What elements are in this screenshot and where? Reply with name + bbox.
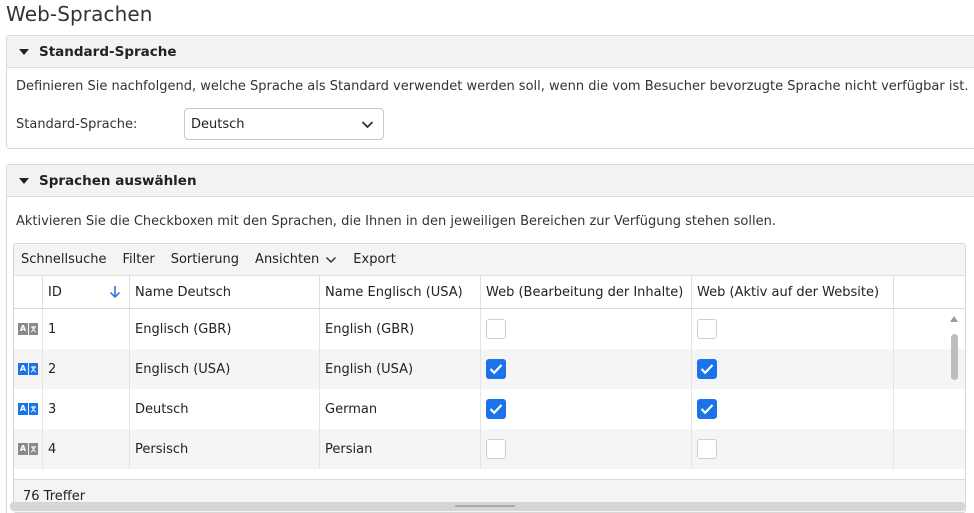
default-language-value: Deutsch: [191, 116, 245, 132]
views-button[interactable]: Ansichten: [255, 252, 337, 267]
cell-web-active: [692, 349, 894, 389]
cell-web-active: [692, 389, 894, 429]
cell-spacer: [894, 429, 950, 469]
header-web-edit[interactable]: Web (Bearbeitung der Inhalte): [481, 276, 692, 308]
grid-header: ID Name Deutsch Name Englisch (USA) Web …: [14, 275, 965, 309]
cell-web-edit: [481, 429, 692, 469]
web-active-checkbox[interactable]: [697, 439, 717, 459]
default-language-description: Definieren Sie nachfolgend, welche Sprac…: [16, 79, 969, 94]
check-icon: [700, 404, 714, 415]
row-icon-cell: A: [14, 389, 43, 429]
cell-spacer: [894, 389, 950, 429]
caret-down-icon[interactable]: [19, 177, 29, 184]
cell-id: 4: [43, 429, 130, 469]
chevron-down-icon: [326, 256, 337, 263]
cell-name-en: Persian: [320, 429, 481, 469]
header-web-active[interactable]: Web (Aktiv auf der Website): [692, 276, 894, 308]
scroll-up-icon[interactable]: [950, 316, 958, 322]
web-edit-checkbox[interactable]: [486, 439, 506, 459]
cell-name-de: Persisch: [130, 429, 320, 469]
language-icon: A: [18, 403, 38, 415]
default-language-select[interactable]: Deutsch: [184, 108, 384, 140]
row-icon-cell: A: [14, 349, 43, 389]
header-spacer: [894, 276, 950, 308]
page-title: Web-Sprachen: [6, 2, 153, 26]
cell-spacer: [894, 309, 950, 349]
default-language-label: Standard-Sprache:: [16, 117, 138, 132]
language-icon: A: [18, 443, 38, 455]
horizontal-scrollbar-grip[interactable]: [455, 505, 515, 507]
cell-id: 2: [43, 349, 130, 389]
check-icon: [489, 364, 503, 375]
views-label: Ansichten: [255, 252, 320, 267]
web-active-checkbox[interactable]: [697, 319, 717, 339]
caret-down-icon[interactable]: [19, 48, 29, 55]
select-languages-description: Aktivieren Sie die Checkboxen mit den Sp…: [16, 214, 776, 229]
web-edit-checkbox[interactable]: [486, 359, 506, 379]
table-row[interactable]: A 2 Englisch (USA) English (USA): [14, 349, 965, 389]
default-language-panel: Standard-Sprache Definieren Sie nachfolg…: [6, 35, 974, 149]
cell-name-en: English (USA): [320, 349, 481, 389]
panel-title: Sprachen auswählen: [39, 172, 197, 189]
sort-button[interactable]: Sortierung: [171, 252, 239, 267]
web-active-checkbox[interactable]: [697, 399, 717, 419]
cell-id: 3: [43, 389, 130, 429]
table-row[interactable]: A 1 Englisch (GBR) English (GBR): [14, 309, 965, 349]
header-icon-column: [14, 276, 43, 308]
header-id[interactable]: ID: [43, 276, 130, 308]
header-name-en[interactable]: Name Englisch (USA): [320, 276, 481, 308]
select-languages-panel: Sprachen auswählen Aktivieren Sie die Ch…: [6, 164, 974, 513]
row-icon-cell: A: [14, 309, 43, 349]
quick-search-button[interactable]: Schnellsuche: [21, 252, 107, 267]
panel-title: Standard-Sprache: [39, 43, 177, 60]
cell-id: 1: [43, 309, 130, 349]
check-icon: [700, 364, 714, 375]
header-name-de[interactable]: Name Deutsch: [130, 276, 320, 308]
cell-name-de: Englisch (GBR): [130, 309, 320, 349]
vertical-scrollbar-thumb[interactable]: [951, 334, 958, 380]
chevron-down-icon: [361, 121, 374, 129]
cell-web-active: [692, 309, 894, 349]
language-icon: A: [18, 363, 38, 375]
cell-spacer: [894, 349, 950, 389]
web-edit-checkbox[interactable]: [486, 319, 506, 339]
select-languages-panel-header[interactable]: Sprachen auswählen: [7, 165, 974, 197]
header-id-label: ID: [48, 284, 62, 300]
filter-button[interactable]: Filter: [123, 252, 155, 267]
cell-web-active: [692, 429, 894, 469]
arrow-down-icon: [109, 286, 121, 299]
web-edit-checkbox[interactable]: [486, 399, 506, 419]
check-icon: [489, 404, 503, 415]
cell-name-de: Deutsch: [130, 389, 320, 429]
grid-toolbar: Schnellsuche Filter Sortierung Ansichten…: [14, 244, 965, 275]
cell-web-edit: [481, 309, 692, 349]
export-button[interactable]: Export: [353, 252, 396, 267]
language-icon: A: [18, 323, 38, 335]
cell-name-en: English (GBR): [320, 309, 481, 349]
default-language-panel-header[interactable]: Standard-Sprache: [7, 36, 974, 68]
cell-name-en: German: [320, 389, 481, 429]
cell-name-de: Englisch (USA): [130, 349, 320, 389]
grid-body: A 1 Englisch (GBR) English (GBR) A 2 Englisch …: [14, 309, 965, 469]
web-active-checkbox[interactable]: [697, 359, 717, 379]
table-row[interactable]: A 3 Deutsch German: [14, 389, 965, 429]
horizontal-scrollbar[interactable]: [10, 502, 965, 511]
row-icon-cell: A: [14, 429, 43, 469]
languages-grid: Schnellsuche Filter Sortierung Ansichten…: [13, 243, 966, 513]
cell-web-edit: [481, 349, 692, 389]
cell-web-edit: [481, 389, 692, 429]
table-row[interactable]: A 4 Persisch Persian: [14, 429, 965, 469]
